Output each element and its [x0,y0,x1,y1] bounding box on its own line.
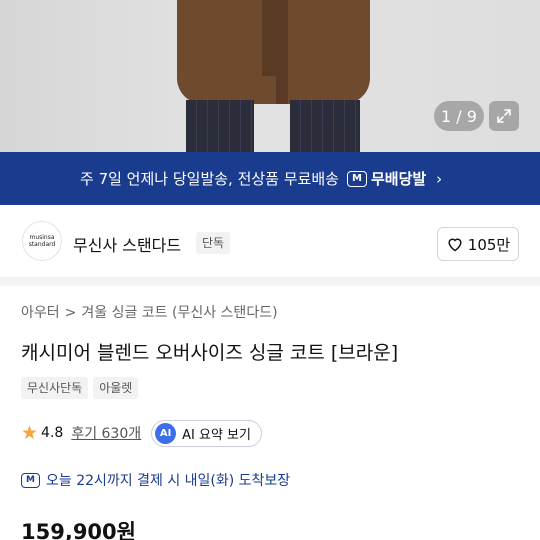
store-name[interactable]: 무신사 스탠다드 [73,232,181,256]
product-price: 159,900원 [21,520,136,540]
ai-summary-label: AI 요약 보기 [182,427,251,443]
breadcrumb-item-subcategory[interactable]: 겨울 싱글 코트 (무신사 스탠다드) [81,305,277,321]
product-image-gallery[interactable]: 1 / 9 [0,0,540,152]
musinsa-m-logo-icon: M [21,472,40,488]
product-photo-leg-right [290,100,360,152]
store-row: musinsa standard 무신사 스탠다드 단독 105만 [0,205,540,277]
product-photo-leg-left [186,100,254,152]
rating-value: 4.8 [41,425,64,441]
chevron-right-icon: › [436,169,443,188]
store-avatar[interactable]: musinsa standard [22,221,62,261]
heart-icon [448,238,462,252]
like-count: 105만 [467,235,511,254]
star-icon: ★ [21,422,39,444]
product-tags: 무신사단독 아울렛 [21,377,139,399]
like-button[interactable]: 105만 [437,227,519,261]
free-delivery-banner[interactable]: 주 7일 언제나 당일발송, 전상품 무료배송 M 무배당발 › [0,152,540,205]
breadcrumb: 아우터 > 겨울 싱글 코트 (무신사 스탠다드) [21,302,278,322]
breadcrumb-item-category[interactable]: 아우터 [21,305,60,321]
delivery-text: 오늘 22시까지 결제 시 내일(화) 도착보장 [46,473,291,489]
tag-outlet: 아울렛 [93,377,139,399]
banner-text: 주 7일 언제나 당일발송, 전상품 무료배송 [80,170,339,188]
ai-summary-button[interactable]: AI AI 요약 보기 [151,419,262,447]
avatar-text-line1: musinsa [29,234,55,241]
banner-brand-label: 무배당발 [370,170,427,188]
image-counter: 1 / 9 [434,101,484,131]
expand-icon[interactable] [489,101,519,131]
avatar-text-line2: standard [28,241,56,248]
product-title: 캐시미어 블렌드 오버사이즈 싱글 코트 [브라운] [21,342,399,364]
musinsa-m-logo-icon: M [346,170,367,187]
tag-musinsa-exclusive: 무신사단독 [21,377,89,399]
ai-icon: AI [155,422,177,444]
exclusive-badge: 단독 [196,232,231,254]
rating-row: ★ 4.8 후기 630개 AI AI 요약 보기 [21,419,262,447]
section-divider [0,277,540,286]
delivery-guarantee: M 오늘 22시까지 결제 시 내일(화) 도착보장 [21,470,290,490]
breadcrumb-separator: > [64,305,77,321]
reviews-link[interactable]: 후기 630개 [71,423,141,443]
product-photo-lapel [276,0,288,104]
